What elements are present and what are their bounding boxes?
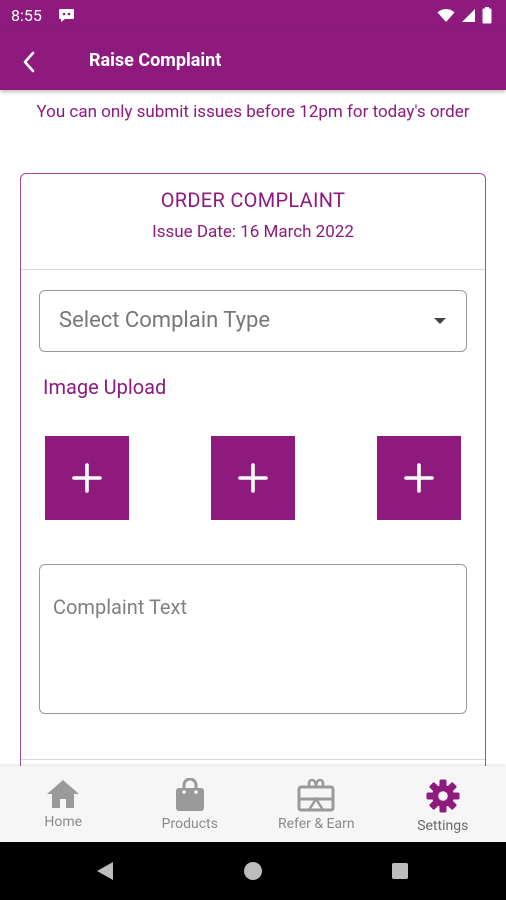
nav-label-home: Home bbox=[44, 814, 83, 830]
status-time: 8:55 bbox=[11, 6, 42, 25]
system-navigation-bar bbox=[0, 842, 506, 900]
back-button[interactable] bbox=[14, 47, 44, 77]
nav-label-refer-earn: Refer & Earn bbox=[277, 816, 355, 832]
complain-type-placeholder: Select Complain Type bbox=[59, 308, 271, 333]
image-upload-button-2[interactable] bbox=[211, 436, 295, 520]
wifi-icon bbox=[437, 8, 455, 27]
complaint-text-field[interactable]: Complaint Text bbox=[39, 564, 467, 714]
system-recents-icon[interactable] bbox=[392, 863, 408, 879]
nav-label-settings: Settings bbox=[417, 818, 469, 834]
gear-icon bbox=[426, 779, 460, 813]
card-header: ORDER COMPLAINT Issue Date: 16 March 202… bbox=[21, 174, 485, 270]
image-upload-label: Image Upload bbox=[43, 375, 167, 399]
notification-icon bbox=[58, 8, 75, 27]
nav-item-settings[interactable]: Settings bbox=[380, 766, 506, 842]
chevron-left-icon bbox=[23, 51, 35, 73]
complain-type-select[interactable]: Select Complain Type bbox=[39, 290, 467, 352]
status-bar: 8:55 bbox=[0, 0, 506, 32]
image-upload-button-3[interactable] bbox=[377, 436, 461, 520]
gift-card-icon bbox=[297, 778, 335, 812]
signal-icon bbox=[461, 8, 476, 27]
page-title: Raise Complaint bbox=[89, 50, 222, 71]
plus-icon bbox=[238, 463, 268, 493]
bottom-navigation: Home Products Refer & Earn Settings bbox=[0, 766, 506, 842]
system-home-icon[interactable] bbox=[244, 862, 262, 880]
complaint-text-placeholder: Complaint Text bbox=[53, 595, 187, 619]
shopping-bag-icon bbox=[175, 778, 204, 811]
app-bar: Raise Complaint bbox=[0, 32, 506, 90]
system-back-icon[interactable] bbox=[96, 861, 114, 885]
plus-icon bbox=[404, 463, 434, 493]
plus-icon bbox=[72, 463, 102, 493]
nav-item-products[interactable]: Products bbox=[127, 766, 254, 842]
nav-label-products: Products bbox=[161, 816, 218, 832]
submission-notice: You can only submit issues before 12pm f… bbox=[36, 102, 470, 122]
card-divider bbox=[21, 759, 485, 760]
image-upload-button-1[interactable] bbox=[45, 436, 129, 520]
home-icon bbox=[47, 780, 80, 808]
card-title: ORDER COMPLAINT bbox=[160, 188, 346, 212]
issue-date: Issue Date: 16 March 2022 bbox=[152, 222, 354, 242]
battery-icon bbox=[482, 7, 492, 28]
dropdown-arrow-icon bbox=[434, 318, 446, 324]
nav-item-refer-earn[interactable]: Refer & Earn bbox=[253, 766, 380, 842]
nav-item-home[interactable]: Home bbox=[0, 766, 127, 842]
